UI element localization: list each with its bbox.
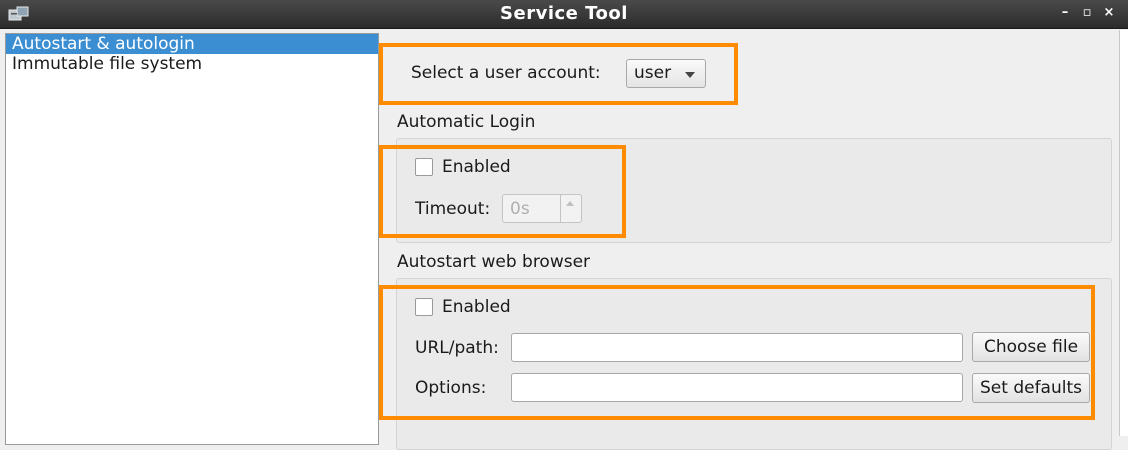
scrollbar-track[interactable] [1119, 30, 1128, 436]
timeout-stepper-buttons[interactable] [560, 195, 581, 222]
maximize-icon[interactable]: ▫ [1078, 4, 1096, 22]
settings-panel: Select a user account: user Automatic Lo… [380, 30, 1128, 450]
chevron-up-icon [566, 201, 574, 206]
choose-file-button[interactable]: Choose file [972, 332, 1090, 362]
next-section-heading-clipped [397, 430, 557, 440]
user-account-label: Select a user account: [411, 63, 601, 83]
automatic-login-heading: Automatic Login [397, 112, 536, 132]
sidebar-item-immutable-fs[interactable]: Immutable file system [6, 54, 378, 74]
autologin-enabled-label[interactable]: Enabled [442, 157, 511, 177]
chevron-down-icon [685, 72, 695, 78]
sidebar-item-autostart[interactable]: Autostart & autologin [6, 34, 378, 54]
section-list[interactable]: Autostart & autologin Immutable file sys… [5, 33, 379, 445]
timeout-label: Timeout: [415, 199, 491, 219]
automatic-login-frame [396, 138, 1112, 243]
url-path-label: URL/path: [415, 338, 499, 358]
browser-enabled-label[interactable]: Enabled [442, 297, 511, 317]
autostart-browser-heading: Autostart web browser [397, 252, 591, 272]
options-label: Options: [415, 378, 487, 398]
timeout-stepper[interactable]: 0s [502, 194, 582, 223]
minimize-icon[interactable]: – [1056, 4, 1074, 22]
url-path-input[interactable] [511, 333, 963, 362]
window-title: Service Tool [500, 3, 628, 24]
autologin-enabled-checkbox[interactable] [415, 158, 433, 176]
browser-enabled-checkbox[interactable] [415, 298, 433, 316]
set-defaults-button[interactable]: Set defaults [972, 373, 1090, 403]
options-input[interactable] [511, 373, 963, 402]
timeout-value: 0s [510, 199, 530, 219]
user-account-value: user [634, 63, 672, 83]
user-account-select[interactable]: user [626, 59, 706, 88]
close-icon[interactable]: × [1100, 4, 1118, 22]
title-bar[interactable]: Service Tool – ▫ × [0, 0, 1128, 29]
